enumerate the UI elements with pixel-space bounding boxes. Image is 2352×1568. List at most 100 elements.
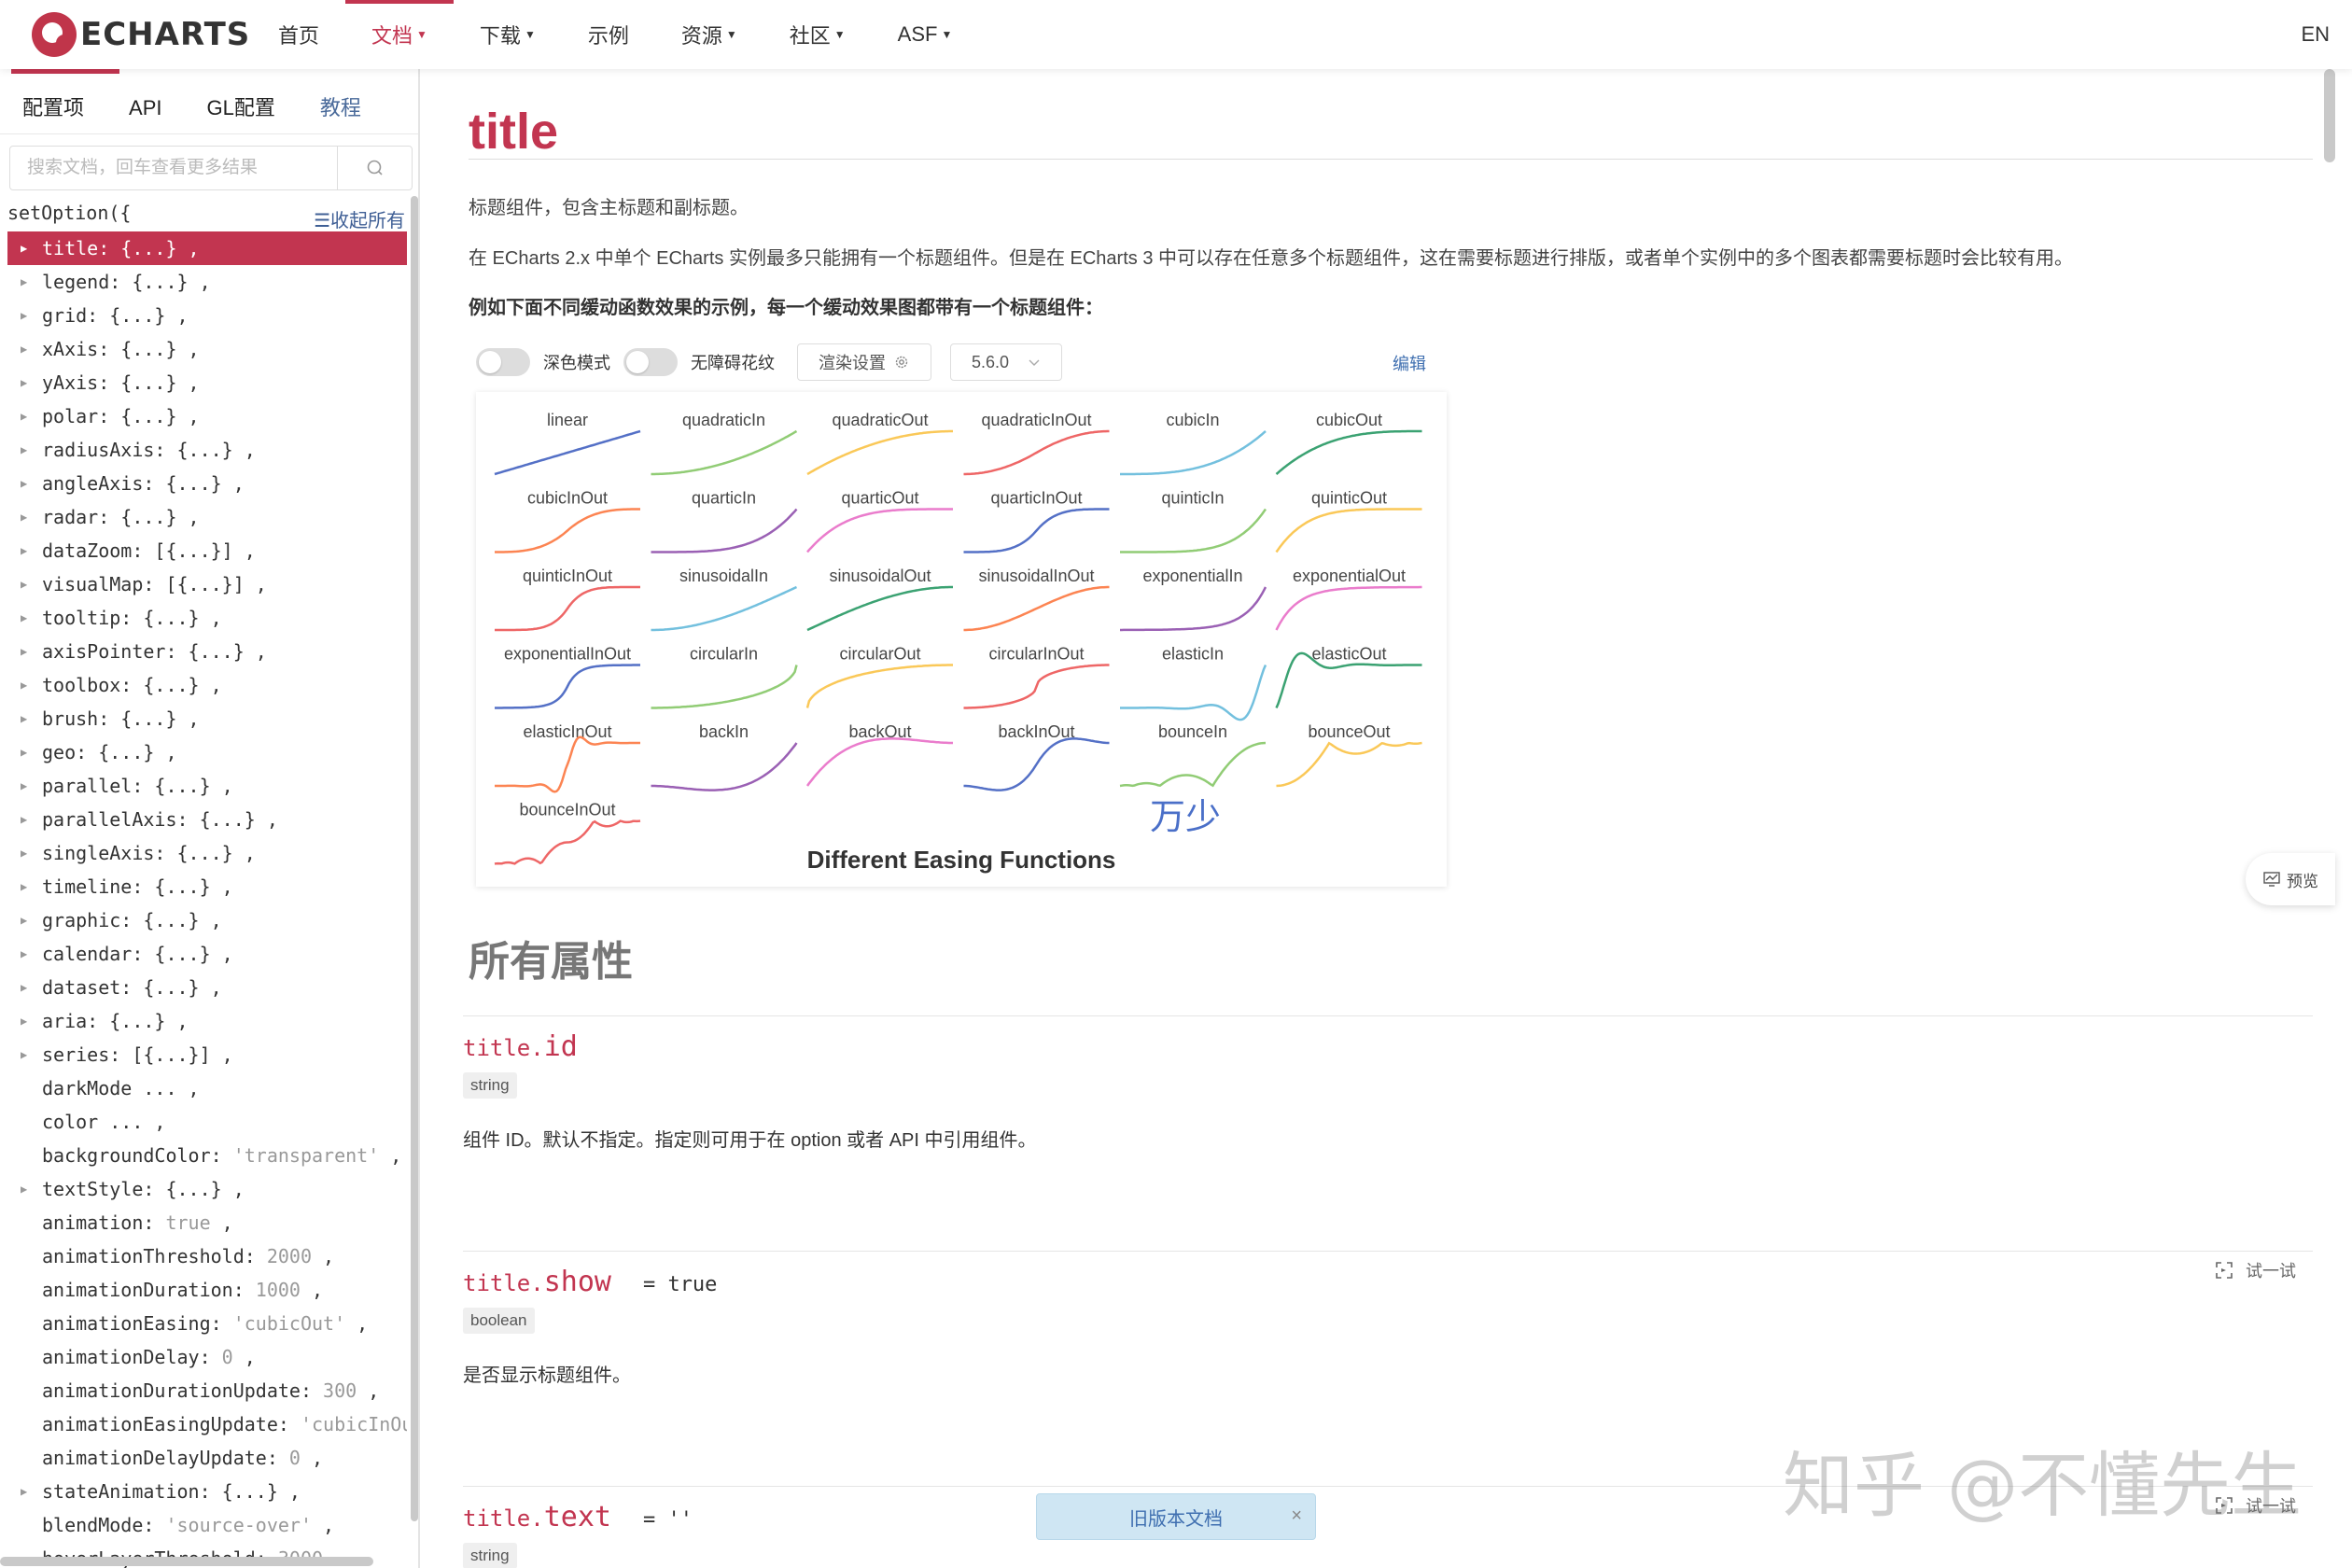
- option-tree-item[interactable]: ▶ radar: {...} ,: [7, 500, 407, 534]
- sidebar-tab[interactable]: 教程: [298, 82, 384, 133]
- option-tree-item[interactable]: ▶ aria: {...} ,: [7, 1004, 407, 1038]
- option-tree-item[interactable]: ▶ radiusAxis: {...} ,: [7, 433, 407, 467]
- property-name[interactable]: title.show = true: [463, 1266, 717, 1298]
- expand-arrow-icon[interactable]: ▶: [21, 500, 27, 534]
- expand-arrow-icon[interactable]: ▶: [21, 702, 27, 735]
- option-tree-item[interactable]: ▶ parallelAxis: {...} ,: [7, 803, 407, 836]
- option-tree-item[interactable]: blendMode: 'source-over' ,: [7, 1508, 407, 1542]
- dark-mode-toggle[interactable]: [476, 348, 530, 376]
- expand-arrow-icon[interactable]: ▶: [21, 870, 27, 903]
- sidebar-tab[interactable]: API: [106, 82, 184, 133]
- option-tree-item[interactable]: ▶ grid: {...} ,: [7, 299, 407, 332]
- option-tree-item[interactable]: ▶ series: [{...}] ,: [7, 1038, 407, 1071]
- option-tree-item[interactable]: ▶ timeline: {...} ,: [7, 870, 407, 903]
- try-it-button[interactable]: 试一试: [2214, 1258, 2296, 1282]
- expand-arrow-icon[interactable]: ▶: [21, 399, 27, 433]
- version-select[interactable]: 5.6.0: [950, 343, 1062, 381]
- option-tree-item[interactable]: animationThreshold: 2000 ,: [7, 1239, 407, 1273]
- main-scrollbar[interactable]: [2324, 69, 2335, 162]
- old-docs-banner[interactable]: 旧版本文档 ×: [1036, 1493, 1316, 1540]
- expand-arrow-icon[interactable]: ▶: [21, 567, 27, 601]
- option-tree-item[interactable]: ▶ legend: {...} ,: [7, 265, 407, 299]
- expand-arrow-icon[interactable]: ▶: [21, 1475, 27, 1508]
- option-tree-item[interactable]: ▶ singleAxis: {...} ,: [7, 836, 407, 870]
- option-tree-item[interactable]: ▶ textStyle: {...} ,: [7, 1172, 407, 1206]
- render-settings-button[interactable]: 渲染设置: [797, 343, 931, 381]
- option-tree-item[interactable]: animationDurationUpdate: 300 ,: [7, 1374, 407, 1407]
- option-tree-item[interactable]: ▶ calendar: {...} ,: [7, 937, 407, 971]
- expand-arrow-icon[interactable]: ▶: [21, 332, 27, 366]
- option-tree-item[interactable]: ▶ graphic: {...} ,: [7, 903, 407, 937]
- option-tree-item[interactable]: ▶ dataset: {...} ,: [7, 971, 407, 1004]
- sidebar-horizontal-scrollbar[interactable]: [0, 1557, 373, 1566]
- expand-arrow-icon[interactable]: ▶: [21, 601, 27, 635]
- option-tree-item[interactable]: backgroundColor: 'transparent' ,: [7, 1139, 407, 1172]
- nav-item[interactable]: 社区 ▼: [763, 0, 872, 69]
- expand-arrow-icon[interactable]: ▶: [21, 937, 27, 971]
- option-tree-item[interactable]: ▶ xAxis: {...} ,: [7, 332, 407, 366]
- option-tree-item[interactable]: animationDuration: 1000 ,: [7, 1273, 407, 1307]
- expand-arrow-icon[interactable]: ▶: [21, 1004, 27, 1038]
- language-switch[interactable]: EN: [2301, 22, 2330, 47]
- option-tree-item[interactable]: ▶ toolbox: {...} ,: [7, 668, 407, 702]
- expand-arrow-icon[interactable]: ▶: [21, 1038, 27, 1071]
- option-tree-item[interactable]: color ... ,: [7, 1105, 407, 1139]
- search-input[interactable]: [10, 147, 337, 189]
- expand-arrow-icon[interactable]: ▶: [21, 971, 27, 1004]
- expand-arrow-icon[interactable]: ▶: [21, 299, 27, 332]
- option-tree-item[interactable]: animationEasingUpdate: 'cubicInOut': [7, 1407, 407, 1441]
- sidebar-scrollbar[interactable]: [411, 196, 418, 1521]
- property-name[interactable]: title.text = '': [463, 1501, 693, 1533]
- option-tree-item[interactable]: ▶ angleAxis: {...} ,: [7, 467, 407, 500]
- expand-arrow-icon[interactable]: ▶: [21, 836, 27, 870]
- nav-item[interactable]: 首页: [252, 0, 345, 69]
- option-tree-item[interactable]: ▶ title: {...} ,: [7, 231, 407, 265]
- expand-arrow-icon[interactable]: ▶: [21, 803, 27, 836]
- edit-example-link[interactable]: 编辑: [1393, 351, 1426, 375]
- option-tree-item[interactable]: animation: true ,: [7, 1206, 407, 1239]
- expand-arrow-icon[interactable]: ▶: [21, 366, 27, 399]
- nav-item[interactable]: 下载 ▼: [454, 0, 562, 69]
- option-tree-item[interactable]: ▶ stateAnimation: {...} ,: [7, 1475, 407, 1508]
- option-tree-item[interactable]: animationEasing: 'cubicOut' ,: [7, 1307, 407, 1340]
- aria-pattern-toggle[interactable]: [623, 348, 678, 376]
- option-tree-item[interactable]: animationDelayUpdate: 0 ,: [7, 1441, 407, 1475]
- option-tree-item-label: grid: {...} ,: [42, 304, 189, 327]
- expand-arrow-icon[interactable]: ▶: [21, 769, 27, 803]
- option-tree-item[interactable]: ▶ visualMap: [{...}] ,: [7, 567, 407, 601]
- option-tree-item-label: dataset: {...} ,: [42, 976, 222, 999]
- expand-arrow-icon[interactable]: ▶: [21, 265, 27, 299]
- option-tree-item[interactable]: ▶ geo: {...} ,: [7, 735, 407, 769]
- search-button[interactable]: [337, 147, 412, 189]
- expand-arrow-icon[interactable]: ▶: [21, 534, 27, 567]
- option-tree-item[interactable]: ▶ tooltip: {...} ,: [7, 601, 407, 635]
- option-tree-item[interactable]: animationDelay: 0 ,: [7, 1340, 407, 1374]
- option-tree-item[interactable]: ▶ polar: {...} ,: [7, 399, 407, 433]
- property-name[interactable]: title.id: [463, 1030, 1037, 1063]
- option-tree-item[interactable]: ▶ brush: {...} ,: [7, 702, 407, 735]
- preview-button[interactable]: 预览: [2246, 853, 2335, 905]
- option-tree-item[interactable]: ▶ parallel: {...} ,: [7, 769, 407, 803]
- option-tree-item[interactable]: darkMode ... ,: [7, 1071, 407, 1105]
- nav-item[interactable]: ASF ▼: [872, 0, 979, 69]
- close-icon[interactable]: ×: [1291, 1505, 1302, 1527]
- expand-arrow-icon[interactable]: ▶: [21, 231, 27, 265]
- sidebar-tab[interactable]: GL配置: [184, 82, 297, 133]
- nav-item[interactable]: 资源 ▼: [655, 0, 763, 69]
- easing-panel-title: cubicIn: [1166, 411, 1219, 429]
- nav-item[interactable]: 示例: [562, 0, 655, 69]
- sidebar-tab[interactable]: 配置项: [0, 82, 106, 133]
- expand-arrow-icon[interactable]: ▶: [21, 433, 27, 467]
- expand-arrow-icon[interactable]: ▶: [21, 668, 27, 702]
- expand-arrow-icon[interactable]: ▶: [21, 635, 27, 668]
- option-tree-item[interactable]: ▶ axisPointer: {...} ,: [7, 635, 407, 668]
- expand-arrow-icon[interactable]: ▶: [21, 903, 27, 937]
- expand-arrow-icon[interactable]: ▶: [21, 1172, 27, 1206]
- option-tree-item[interactable]: ▶ yAxis: {...} ,: [7, 366, 407, 399]
- collapse-all-button[interactable]: ☰收起所有: [314, 205, 405, 232]
- expand-arrow-icon[interactable]: ▶: [21, 735, 27, 769]
- option-tree-item[interactable]: ▶ dataZoom: [{...}] ,: [7, 534, 407, 567]
- nav-item[interactable]: 文档 ▼: [345, 0, 454, 69]
- echarts-logo[interactable]: ECHARTS: [32, 11, 250, 58]
- expand-arrow-icon[interactable]: ▶: [21, 467, 27, 500]
